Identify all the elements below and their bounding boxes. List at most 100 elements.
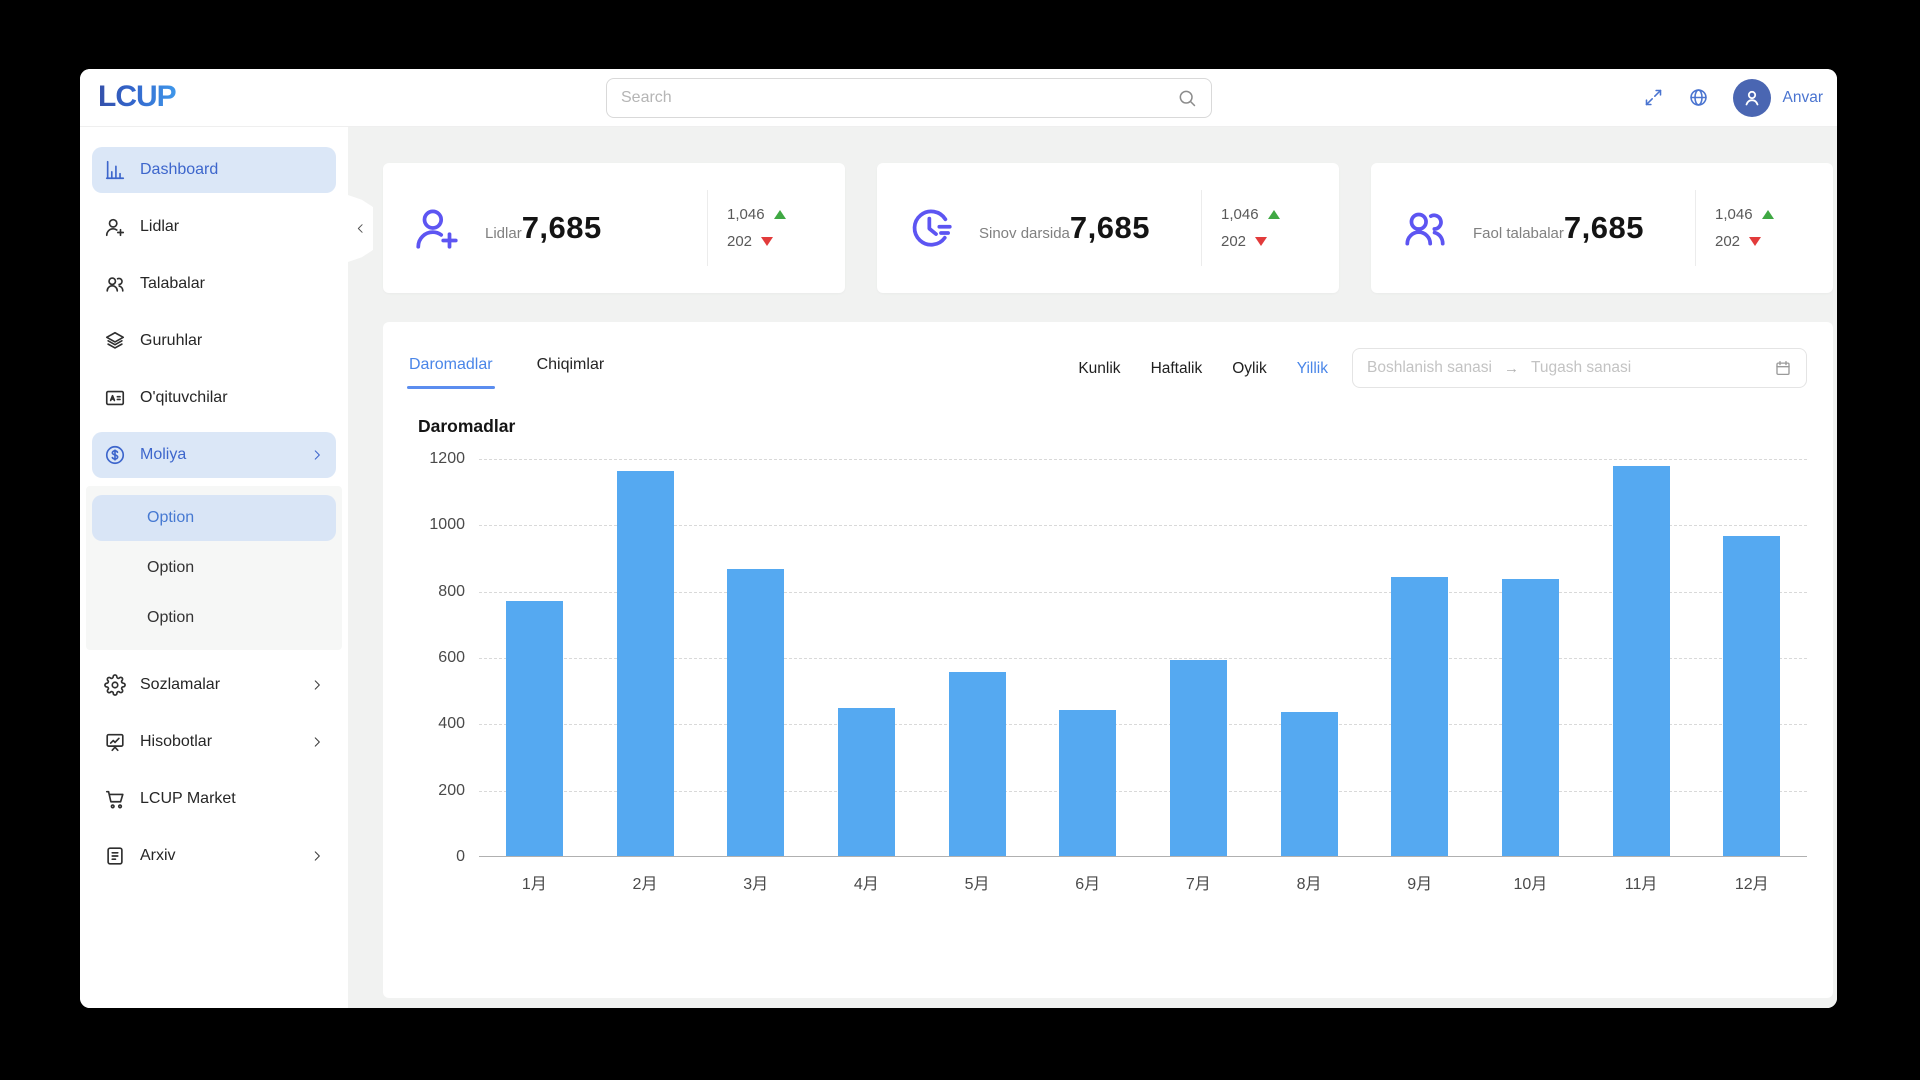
sidebar: Dashboard Lidlar Talabalar Guruhlar O'qituvc… (80, 127, 373, 1008)
y-tick-label: 0 (456, 848, 465, 865)
x-tick-label: 6月 (1075, 876, 1101, 893)
person-icon (1740, 86, 1764, 110)
sidebar-item-o-qituvchilar[interactable]: O'qituvchilar (92, 375, 336, 421)
stat-trends: 1,046 202 (1201, 190, 1315, 266)
sidebar-item-guruhlar[interactable]: Guruhlar (92, 318, 336, 364)
sidebar-item-lidlar[interactable]: Lidlar (92, 204, 336, 250)
y-tick-label: 800 (438, 582, 465, 600)
tab-daromadlar[interactable]: Daromadlar (407, 356, 495, 389)
submenu-option[interactable]: Option (92, 545, 336, 591)
sidebar-item-label: Sozlamalar (140, 676, 221, 693)
filter-yillik[interactable]: Yillik (1297, 360, 1328, 378)
archive-icon (104, 845, 126, 867)
stat-value: 7,685 (1563, 210, 1644, 245)
stat-label: Sinov darsida (979, 225, 1070, 242)
trend-up-icon (773, 210, 786, 219)
sidebar-item-arxiv[interactable]: Arxiv (92, 833, 336, 879)
chevron-right-icon (310, 678, 324, 692)
bar-2月 (616, 471, 674, 856)
sidebar-item-label: Talabalar (140, 275, 205, 292)
main-content: Lidlar7,685 1,046 202 Sinov darsida7,685 1,0… (348, 127, 1837, 1008)
user-add-icon (104, 216, 126, 238)
x-tick-label: 9月 (1407, 876, 1433, 893)
search-input[interactable] (621, 89, 1177, 107)
sidebar-item-label: Guruhlar (140, 332, 203, 349)
chevron-left-icon (354, 222, 367, 235)
sidebar-item-talabalar[interactable]: Talabalar (92, 261, 336, 307)
sidebar-item-dashboard[interactable]: Dashboard (92, 147, 336, 193)
bar-6月 (1059, 710, 1117, 856)
sidebar-item-moliya[interactable]: Moliya (92, 432, 336, 478)
sidebar-submenu: Option Option Option (86, 486, 342, 650)
x-axis-labels: 1月 2月 3月 4月 5月 6月 7月 8月 9月 10月 11月 12月 (479, 870, 1807, 894)
calendar-icon[interactable] (1774, 359, 1792, 377)
users-icon (1400, 203, 1450, 253)
sidebar-collapse-handle[interactable] (348, 195, 373, 262)
stat-label: Faol talabalar (1473, 225, 1564, 242)
chart-title: Daromadlar (418, 416, 516, 436)
clock-icon (906, 203, 956, 253)
chevron-right-icon (310, 448, 324, 462)
stat-value: 7,685 (1069, 210, 1150, 245)
layers-icon (104, 330, 126, 352)
stat-card-lidlar: Lidlar7,685 1,046 202 (383, 163, 845, 293)
sidebar-item-hisobotlar[interactable]: Hisobotlar (92, 719, 336, 765)
filter-kunlik[interactable]: Kunlik (1078, 360, 1120, 378)
dashboard-icon (104, 159, 126, 181)
cart-icon (104, 788, 126, 810)
filter-oylik[interactable]: Oylik (1232, 360, 1266, 378)
avatar[interactable] (1732, 78, 1771, 117)
x-tick-label: 1月 (521, 876, 547, 893)
app-window: LCUP Anvar Dashboard Lidlar Talabalar Guruh… (80, 69, 1837, 1008)
sidebar-item-sozlamalar[interactable]: Sozlamalar (92, 662, 336, 708)
trend-down-icon (1255, 237, 1268, 246)
date-range-picker[interactable]: Boshlanish sanasi → Tugash sanasi (1352, 348, 1807, 388)
date-end-input[interactable]: Tugash sanasi (1531, 359, 1631, 377)
x-tick-label: 2月 (632, 876, 658, 893)
plot-area (479, 459, 1807, 857)
dollar-icon (104, 444, 126, 466)
x-tick-label: 7月 (1185, 876, 1211, 893)
search-box[interactable] (606, 78, 1212, 118)
stat-up-value: 1,046 (727, 206, 765, 223)
sidebar-item-label: O'qituvchilar (140, 389, 228, 406)
app-logo: LCUP (98, 80, 177, 113)
submenu-option[interactable]: Option (92, 495, 336, 541)
sidebar-item-label: Lidlar (140, 218, 180, 235)
bar-1月 (505, 600, 563, 856)
bar-8月 (1280, 711, 1338, 856)
x-tick-label: 3月 (743, 876, 769, 893)
filter-haftalik[interactable]: Haftalik (1151, 360, 1203, 378)
language-globe-icon[interactable] (1688, 87, 1709, 108)
stat-value: 7,685 (521, 210, 602, 245)
search-icon (1177, 88, 1197, 108)
trend-up-icon (1267, 210, 1280, 219)
y-axis: 0 200 400 600 800 1000 1200 (409, 450, 479, 865)
bar-7月 (1169, 660, 1227, 856)
sidebar-item-lcup-market[interactable]: LCUP Market (92, 776, 336, 822)
chevron-right-icon (310, 735, 324, 749)
fullscreen-icon[interactable] (1643, 87, 1664, 108)
x-tick-label: 12月 (1734, 876, 1769, 893)
submenu-option[interactable]: Option (92, 595, 336, 641)
stat-down-value: 202 (1221, 233, 1247, 250)
y-tick-label: 1200 (429, 450, 465, 467)
stat-trends: 1,046 202 (707, 190, 821, 266)
bar-chart: 0 200 400 600 800 1000 1200 1月 2月 3月 4月 5月 6月 7月 8月 9月… (409, 450, 1807, 894)
user-name[interactable]: Anvar (1783, 89, 1824, 107)
bar-9月 (1391, 577, 1449, 856)
trend-up-icon (1761, 210, 1774, 219)
header-actions: Anvar (1643, 69, 1824, 126)
sidebar-item-label: Arxiv (140, 847, 176, 864)
tab-chiqimlar[interactable]: Chiqimlar (537, 356, 605, 389)
sidebar-item-label: LCUP Market (140, 790, 236, 807)
stat-down-value: 202 (727, 233, 753, 250)
x-tick-label: 4月 (853, 876, 879, 893)
bar-12月 (1723, 535, 1781, 856)
y-tick-label: 1000 (429, 516, 465, 534)
user-add-icon (412, 203, 462, 253)
trend-down-icon (1749, 237, 1762, 246)
id-card-icon (104, 387, 126, 409)
date-start-input[interactable]: Boshlanish sanasi (1367, 359, 1492, 377)
users-icon (104, 273, 126, 295)
